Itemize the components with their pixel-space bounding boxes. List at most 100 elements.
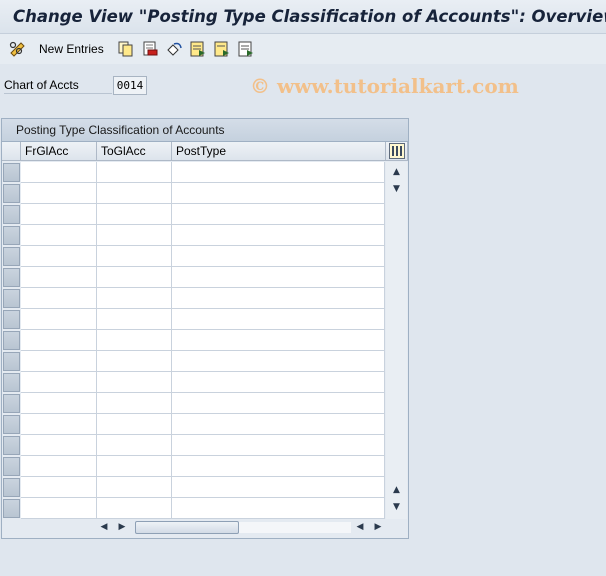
column-settings-icon[interactable] [389, 143, 405, 159]
table-cell-posttype[interactable] [172, 393, 385, 414]
table-cell-posttype[interactable] [172, 162, 385, 183]
table-cell-toglacc[interactable] [97, 372, 172, 393]
table-cell-frglacc[interactable] [21, 351, 97, 372]
scroll-down-icon[interactable]: ▼ [386, 181, 407, 198]
table-cell-frglacc[interactable] [21, 414, 97, 435]
row-selector[interactable] [3, 478, 20, 497]
undo-icon[interactable] [165, 40, 183, 58]
table-cell-toglacc[interactable] [97, 456, 172, 477]
table-cell-frglacc[interactable] [21, 204, 97, 225]
table-cell-posttype[interactable] [172, 309, 385, 330]
row-selector[interactable] [3, 247, 20, 266]
table-cell-posttype[interactable] [172, 204, 385, 225]
row-selector[interactable] [3, 184, 20, 203]
column-header-frglacc[interactable]: FrGlAcc [21, 142, 97, 161]
row-selector[interactable] [3, 268, 20, 287]
column-header-toglacc[interactable]: ToGlAcc [97, 142, 172, 161]
row-selector[interactable] [3, 226, 20, 245]
scroll-up-icon[interactable]: ▲ [386, 164, 407, 181]
table-cell-frglacc[interactable] [21, 435, 97, 456]
table-cell-toglacc[interactable] [97, 288, 172, 309]
scroll-right-icon[interactable]: ▶ [115, 519, 129, 536]
scroll-track[interactable] [239, 522, 351, 533]
table-cell-frglacc[interactable] [21, 330, 97, 351]
table-cell-toglacc[interactable] [97, 477, 172, 498]
chart-of-accts-field: 0014 [113, 76, 147, 95]
table-cell-posttype[interactable] [172, 288, 385, 309]
table-cell-toglacc[interactable] [97, 246, 172, 267]
scroll-left-icon[interactable]: ◀ [97, 519, 111, 536]
table-cell-posttype[interactable] [172, 477, 385, 498]
row-selector[interactable] [3, 352, 20, 371]
scroll-page-up-icon[interactable]: ▲ [386, 482, 407, 499]
table-cell-frglacc[interactable] [21, 456, 97, 477]
scroll-end-right-icon[interactable]: ▶ [371, 519, 385, 536]
row-selector[interactable] [3, 415, 20, 434]
row-selector[interactable] [3, 163, 20, 182]
table-cell-frglacc[interactable] [21, 372, 97, 393]
table-cell-toglacc[interactable] [97, 204, 172, 225]
table-cell-toglacc[interactable] [97, 309, 172, 330]
scroll-page-down-icon[interactable]: ▼ [386, 499, 407, 516]
horizontal-scrollbar[interactable]: ◀ ▶ ◀ ▶ [2, 519, 408, 536]
column-header-posttype[interactable]: PostType [172, 142, 386, 161]
table-cell-toglacc[interactable] [97, 414, 172, 435]
row-selector[interactable] [3, 289, 20, 308]
row-selector[interactable] [3, 436, 20, 455]
table-cell-toglacc[interactable] [97, 225, 172, 246]
table-row [21, 288, 385, 309]
table-cell-toglacc[interactable] [97, 393, 172, 414]
row-selector[interactable] [3, 394, 20, 413]
table-cell-posttype[interactable] [172, 456, 385, 477]
table-cell-posttype[interactable] [172, 225, 385, 246]
table-cell-frglacc[interactable] [21, 267, 97, 288]
table-cell-frglacc[interactable] [21, 183, 97, 204]
table-row [21, 309, 385, 330]
table-cell-toglacc[interactable] [97, 162, 172, 183]
table-cell-posttype[interactable] [172, 498, 385, 519]
table-cell-frglacc[interactable] [21, 288, 97, 309]
select-block-icon[interactable] [213, 40, 231, 58]
select-all-rows-button[interactable] [2, 142, 21, 161]
deselect-icon[interactable] [237, 40, 255, 58]
table-cell-posttype[interactable] [172, 372, 385, 393]
table-cell-frglacc[interactable] [21, 225, 97, 246]
table-row [21, 477, 385, 498]
row-selector[interactable] [3, 310, 20, 329]
toolbar: New Entries © www.tutorialkart.com [0, 34, 606, 98]
table-cell-frglacc[interactable] [21, 477, 97, 498]
vertical-scrollbar[interactable]: ▲ ▼ ▲ ▼ [386, 162, 407, 519]
row-selector[interactable] [3, 499, 20, 518]
title-bar: Change View "Posting Type Classification… [0, 0, 606, 34]
table-cell-toglacc[interactable] [97, 330, 172, 351]
glasses-pen-icon[interactable] [9, 40, 27, 58]
table-cell-posttype[interactable] [172, 351, 385, 372]
row-selector[interactable] [3, 373, 20, 392]
table-cell-frglacc[interactable] [21, 498, 97, 519]
table-cell-posttype[interactable] [172, 435, 385, 456]
table-cell-frglacc[interactable] [21, 309, 97, 330]
delete-icon[interactable] [141, 40, 159, 58]
table-cell-toglacc[interactable] [97, 351, 172, 372]
table-cell-frglacc[interactable] [21, 162, 97, 183]
table-cell-toglacc[interactable] [97, 267, 172, 288]
table-cell-posttype[interactable] [172, 183, 385, 204]
table-cell-toglacc[interactable] [97, 498, 172, 519]
table-row [21, 456, 385, 477]
row-selector[interactable] [3, 331, 20, 350]
table-cell-toglacc[interactable] [97, 435, 172, 456]
table-cell-frglacc[interactable] [21, 246, 97, 267]
row-selector[interactable] [3, 457, 20, 476]
table-cell-frglacc[interactable] [21, 393, 97, 414]
table-cell-posttype[interactable] [172, 414, 385, 435]
new-entries-button[interactable]: New Entries [39, 42, 104, 56]
table-cell-toglacc[interactable] [97, 183, 172, 204]
table-cell-posttype[interactable] [172, 246, 385, 267]
table-cell-posttype[interactable] [172, 330, 385, 351]
scroll-end-left-icon[interactable]: ◀ [353, 519, 367, 536]
table-cell-posttype[interactable] [172, 267, 385, 288]
scroll-thumb[interactable] [135, 521, 239, 534]
select-all-icon[interactable] [189, 40, 207, 58]
copy-icon[interactable] [117, 40, 135, 58]
row-selector[interactable] [3, 205, 20, 224]
